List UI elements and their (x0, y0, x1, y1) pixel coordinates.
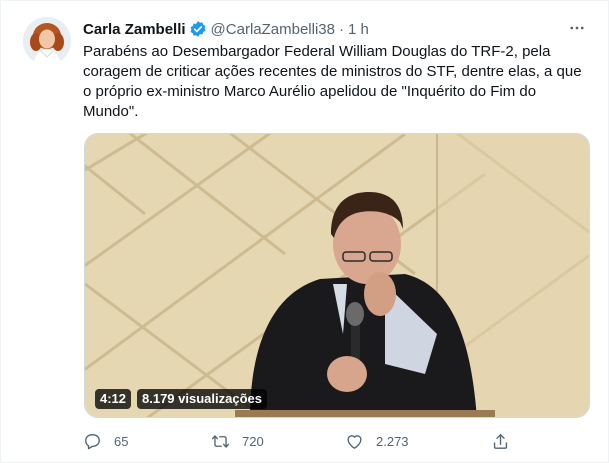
author-handle[interactable]: @CarlaZambelli38 (211, 21, 335, 38)
tweet-text: Parabéns ao Desembargador Federal Willia… (83, 43, 582, 120)
like-count: 2.273 (376, 433, 409, 449)
tweet-actions: 65 720 2.273 (83, 431, 523, 451)
avatar-image (23, 17, 71, 65)
reply-count: 65 (114, 433, 129, 449)
separator-dot: · (339, 20, 344, 38)
retweet-button[interactable]: 720 (211, 432, 264, 451)
reply-button[interactable]: 65 (83, 432, 128, 451)
video-frame (85, 134, 589, 417)
verified-badge-icon (189, 20, 207, 38)
heart-icon (347, 434, 362, 449)
tweet-header: Carla Zambelli @CarlaZambelli38 · 1 h (83, 18, 588, 40)
reply-icon (85, 433, 100, 449)
video-views-badge: 8.179 visualizações (137, 389, 267, 409)
tweet-timestamp[interactable]: 1 h (348, 21, 369, 38)
share-icon (493, 433, 508, 449)
video-player[interactable]: 4:12 8.179 visualizações (84, 133, 590, 418)
tweet-card[interactable]: Carla Zambelli @CarlaZambelli38 · 1 h Pa… (0, 0, 609, 463)
more-options-icon[interactable] (564, 15, 590, 41)
like-button[interactable]: 2.273 (345, 432, 409, 451)
video-duration-badge: 4:12 (95, 389, 132, 409)
avatar[interactable] (23, 17, 71, 65)
share-button[interactable] (491, 432, 510, 451)
retweet-count: 720 (242, 433, 264, 449)
author-name[interactable]: Carla Zambelli (83, 21, 186, 38)
retweet-icon (211, 434, 230, 448)
